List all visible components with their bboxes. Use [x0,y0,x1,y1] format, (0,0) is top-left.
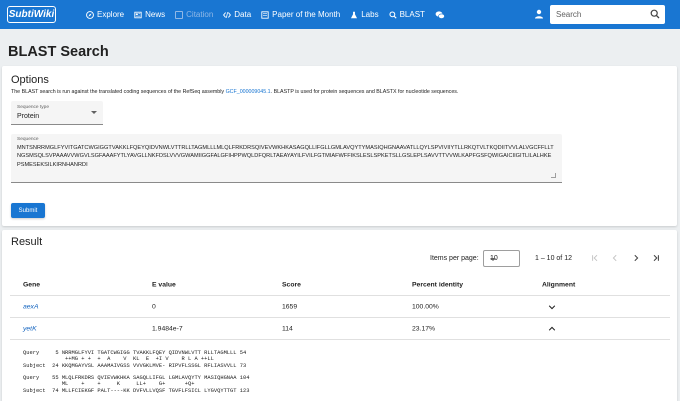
nav-news-label: News [145,10,166,19]
account-icon[interactable] [534,9,544,19]
nav-data-label: Data [234,10,252,19]
nav-citation[interactable]: Citation [170,0,218,29]
column-header-identity[interactable]: Percent identity [412,282,463,289]
nav-citation-label: Citation [186,10,214,19]
table-header-row: Gene E value Score Percent identity Alig… [10,275,670,296]
citation-icon [175,10,184,19]
page-range: 1 – 10 of 12 [535,255,572,262]
sequence-value[interactable]: MNTSNRRMGLFYVITGATCWGIGGTVAKKLFQEYQIDVNW… [17,144,555,169]
paper-icon [261,10,269,19]
options-card: Options The BLAST search is run against … [2,66,677,226]
page-title: BLAST Search [8,44,109,60]
column-header-alignment: Alignment [542,281,576,289]
table-row[interactable]: yetK 1.9484e-7 114 23.17% [10,318,670,340]
nav-labs-label: Labs [361,10,379,19]
nav-news[interactable]: News [129,0,170,29]
gene-link[interactable]: yetK [23,325,37,332]
resize-handle-icon[interactable] [551,173,556,178]
code-icon [223,11,232,18]
column-header-score[interactable]: Score [282,282,301,289]
search-input[interactable] [550,10,645,19]
chevron-left-icon [612,254,617,262]
search-box[interactable] [550,5,665,24]
first-page-icon [592,254,598,262]
previous-page-button[interactable] [609,252,621,264]
nav-explore[interactable]: Explore [81,0,129,29]
news-icon [134,11,142,18]
evalue-cell: 0 [152,303,156,310]
search-icon [389,10,397,19]
nav-data[interactable]: Data [218,0,256,29]
score-cell: 1659 [282,303,298,310]
result-table: Gene E value Score Percent identity Alig… [10,275,670,340]
first-page-button[interactable] [589,252,601,264]
result-card: Result Items per page: 10 1 – 10 of 12 G… [2,230,677,401]
nav-blast-label: BLAST [399,10,425,19]
subtiwiki-logo[interactable]: SubtiWiki [7,6,56,23]
column-header-gene[interactable]: Gene [23,282,40,289]
identity-cell: 100.00% [412,303,439,310]
sequence-type-select[interactable]: Sequence type Protein [11,101,103,125]
chevron-right-icon [634,254,639,262]
evalue-cell: 1.9484e-7 [152,325,183,332]
score-cell: 114 [282,325,293,332]
identity-cell: 23.17% [412,325,436,332]
navbar: SubtiWiki Explore News Citation Data Pap… [0,0,680,29]
items-per-page-label: Items per page: [430,255,479,262]
result-title: Result [11,236,43,248]
column-header-evalue[interactable]: E value [152,282,176,289]
last-page-icon [653,254,659,262]
chat-icon [435,10,445,19]
dropdown-arrow-icon [490,258,496,261]
nav-paper-label: Paper of the Month [272,10,341,19]
sequence-type-value: Protein [17,113,40,120]
items-per-page-select[interactable]: 10 [483,250,520,267]
last-page-button[interactable] [650,252,662,264]
dropdown-arrow-icon [91,111,97,114]
submit-button[interactable]: Submit [11,203,45,218]
sequence-textarea[interactable]: Sequence MNTSNRRMGLFYVITGATCWGIGGTVAKKLF… [11,134,562,183]
nav-labs[interactable]: Labs [345,0,383,29]
gene-link[interactable]: aexA [23,303,39,310]
options-description: The BLAST search is run against the tran… [11,89,459,95]
nav-explore-label: Explore [97,10,125,19]
nav-paper-of-the-month[interactable]: Paper of the Month [256,0,345,29]
refseq-assembly-link[interactable]: GCF_000009045.1 [226,89,271,95]
chevron-up-icon[interactable] [548,325,556,333]
paginator: Items per page: 10 1 – 10 of 12 [2,249,677,269]
nav-chat[interactable] [430,0,453,29]
table-row[interactable]: aexA 0 1659 100.00% [10,296,670,318]
nav-blast[interactable]: BLAST [384,0,430,29]
chevron-down-icon[interactable] [548,303,556,311]
sequence-label: Sequence [17,137,39,142]
options-title: Options [11,74,49,86]
alignment-detail: Query 5 NRRMGLFYVI TGATCWGIGG TVAKKLFQEY… [23,350,250,394]
sequence-type-label: Sequence type [17,105,50,110]
compass-icon [86,10,94,19]
search-icon[interactable] [650,9,660,19]
flask-icon [351,11,358,18]
next-page-button[interactable] [630,252,642,264]
